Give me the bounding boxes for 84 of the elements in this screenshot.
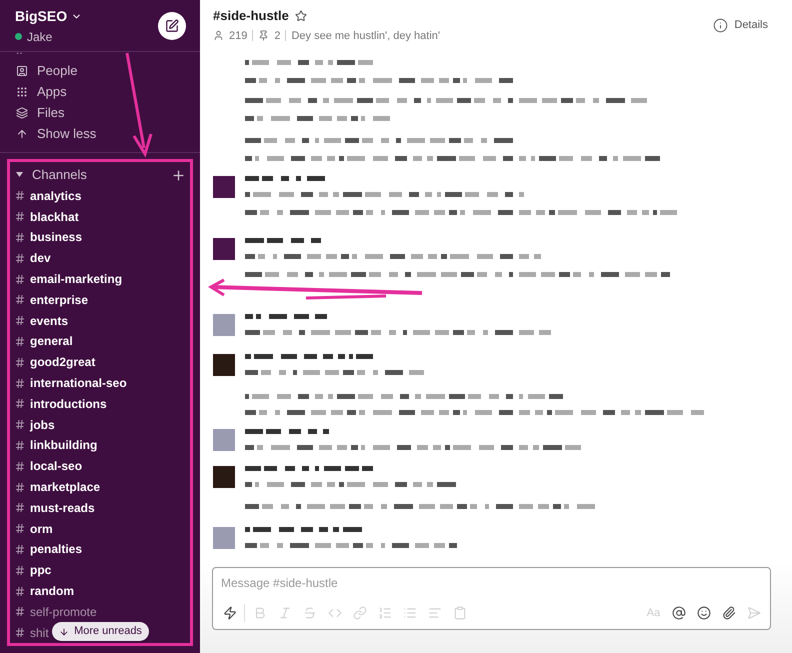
numbered-list-icon — [378, 606, 392, 620]
sidebar-item[interactable]: Show less — [16, 123, 188, 144]
channel-item[interactable]: marketplace — [16, 476, 100, 498]
more-unreads-button[interactable]: More unreads — [52, 622, 149, 641]
channel-item[interactable]: international-seo — [16, 372, 127, 394]
hash-icon — [16, 482, 24, 492]
compose-icon — [165, 18, 179, 32]
hash-icon — [16, 566, 24, 575]
channel-item[interactable]: introductions — [16, 393, 107, 414]
info-icon — [713, 18, 728, 32]
caret-icon — [16, 172, 23, 178]
hash-icon — [16, 544, 24, 554]
channel-item[interactable]: jobs — [16, 414, 55, 436]
add-channel-icon[interactable] — [171, 168, 186, 183]
workspace-name[interactable]: BigSEO — [15, 6, 68, 26]
lightning-icon — [222, 606, 236, 620]
channel-item[interactable]: random — [16, 580, 74, 602]
details-button[interactable]: Details — [713, 16, 768, 34]
hash-icon — [16, 254, 24, 263]
hash-icon — [16, 378, 24, 388]
sidebar-item[interactable]: Apps — [16, 81, 188, 102]
arrow-up-icon — [16, 128, 28, 140]
channel-item[interactable]: email-marketing — [16, 268, 122, 290]
sidebar-item[interactable]: People — [16, 60, 188, 81]
hash-icon — [16, 336, 24, 346]
hash-icon — [16, 420, 24, 430]
code-icon — [328, 606, 342, 620]
channel-item[interactable]: good2great — [16, 352, 96, 373]
channel-item[interactable]: analytics — [16, 185, 82, 206]
channel-item[interactable]: blackhat — [16, 206, 79, 228]
hash-icon — [16, 274, 24, 284]
hash-icon — [16, 316, 24, 326]
arrow-down-icon — [59, 626, 70, 636]
message-input[interactable]: Message #side-hustle — [213, 568, 770, 598]
channel-item[interactable]: dev — [16, 248, 51, 269]
member-icon — [213, 30, 224, 42]
channel-topic: Dey see me hustlin', dey hatin' — [291, 28, 440, 44]
hash-icon — [16, 628, 24, 638]
indent-list-icon — [428, 606, 442, 620]
hash-icon — [16, 607, 24, 616]
strikethrough-icon — [302, 606, 316, 620]
hash-icon — [16, 191, 24, 200]
hash-icon — [16, 440, 24, 450]
member-count[interactable]: 219 — [229, 28, 248, 44]
channel-item[interactable]: enterprise — [16, 289, 88, 310]
paperclip-icon — [722, 606, 736, 620]
clipboard-icon — [452, 606, 466, 620]
channel-item[interactable]: linkbuilding — [16, 435, 98, 456]
hash-icon — [16, 462, 24, 471]
channel-item[interactable]: general — [16, 331, 73, 352]
channel-item[interactable]: business — [16, 227, 82, 248]
channel-item[interactable]: penalties — [16, 539, 82, 560]
sidebar-item[interactable]: ·· — [16, 52, 188, 60]
pin-count[interactable]: 2 — [274, 28, 280, 44]
hash-icon — [16, 295, 24, 304]
sidebar-item[interactable]: Files — [16, 102, 188, 123]
layers-icon — [16, 106, 28, 118]
channel-title: #side-hustle — [213, 7, 289, 25]
hash-icon — [16, 399, 24, 408]
user-name: Jake — [27, 28, 52, 46]
hash-icon — [16, 586, 24, 596]
channels-header[interactable]: Channels — [16, 165, 87, 185]
channel-item[interactable]: shit — [16, 622, 49, 643]
channel-item[interactable]: events — [16, 310, 68, 332]
hash-icon — [16, 358, 24, 367]
link-icon — [352, 606, 366, 620]
star-icon[interactable] — [294, 10, 307, 22]
at-sign-icon — [672, 606, 686, 620]
compose-button[interactable] — [158, 12, 186, 40]
hash-icon — [16, 503, 24, 512]
pin-icon — [258, 30, 270, 42]
smiley-icon — [696, 606, 710, 620]
hash-icon — [16, 212, 24, 222]
italic-icon — [278, 606, 292, 620]
channel-item[interactable]: local-seo — [16, 456, 82, 477]
channel-item[interactable]: orm — [16, 518, 53, 540]
send-icon — [746, 606, 760, 620]
hash-icon — [16, 232, 24, 242]
channel-item[interactable]: ppc — [16, 560, 52, 581]
hash-icon — [16, 524, 24, 534]
channel-item[interactable]: must-reads — [16, 497, 95, 518]
channel-item[interactable]: self-promote — [16, 601, 97, 622]
grid-icon — [16, 86, 28, 98]
person-card-icon — [16, 64, 28, 76]
